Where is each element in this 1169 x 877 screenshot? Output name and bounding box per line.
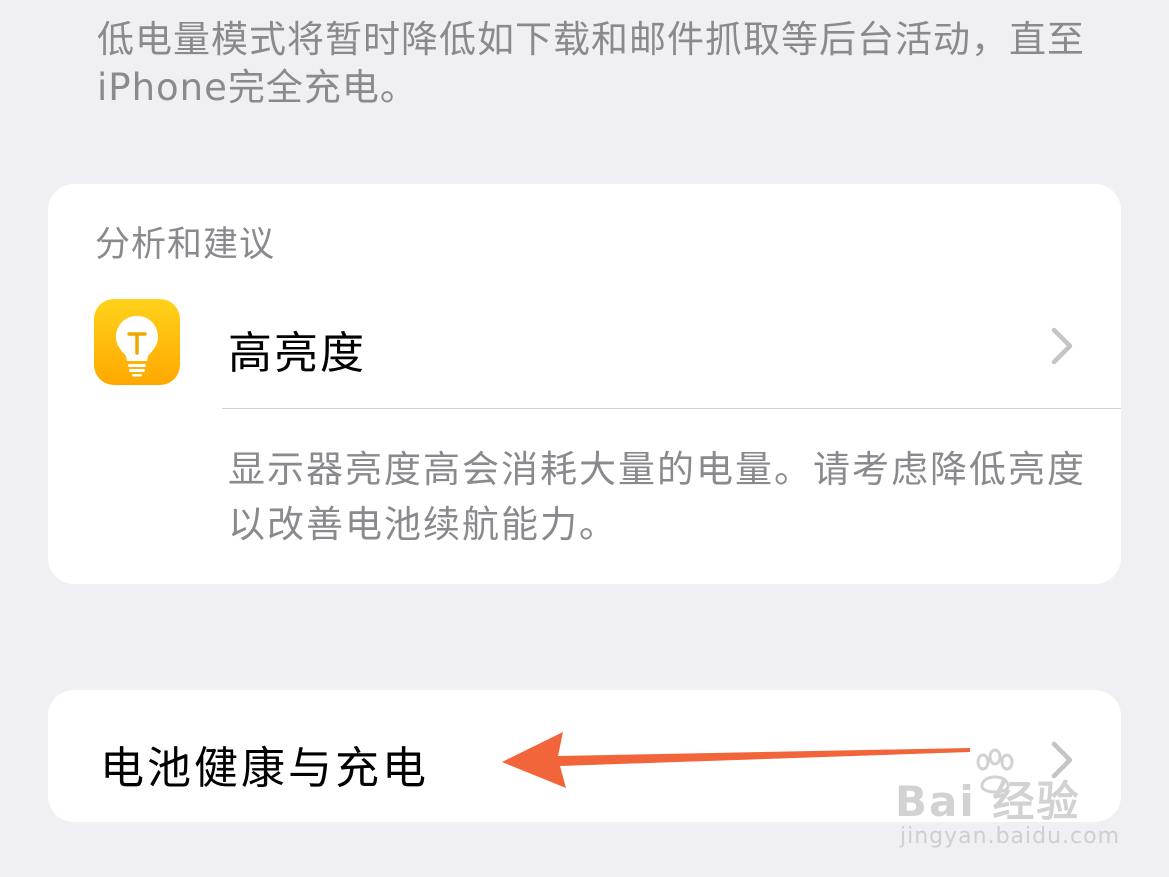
divider bbox=[222, 408, 1121, 409]
battery-health-label: 电池健康与充电 bbox=[100, 743, 429, 794]
watermark-url: jingyan.baidu.com bbox=[900, 824, 1121, 849]
watermark-logo: Bai 经验 bbox=[895, 777, 1081, 826]
watermark: Bai 经验 jingyan.baidu.com bbox=[895, 748, 1125, 858]
insights-card: 分析和建议 高亮度 显示器亮度高会消耗大量的电量。请考虑降低亮度以改善电池续航能… bbox=[48, 184, 1121, 584]
section-title: 分析和建议 bbox=[95, 225, 276, 265]
high-brightness-description: 显示器亮度高会消耗大量的电量。请考虑降低亮度以改善电池续航能力。 bbox=[228, 448, 1086, 546]
lightbulb-icon bbox=[94, 299, 180, 385]
high-brightness-label: 高亮度 bbox=[228, 328, 366, 379]
chevron-right-icon bbox=[1051, 327, 1073, 365]
low-power-description: 低电量模式将暂时降低如下载和邮件抓取等后台活动，直至iPhone完全充电。 bbox=[97, 18, 1085, 109]
